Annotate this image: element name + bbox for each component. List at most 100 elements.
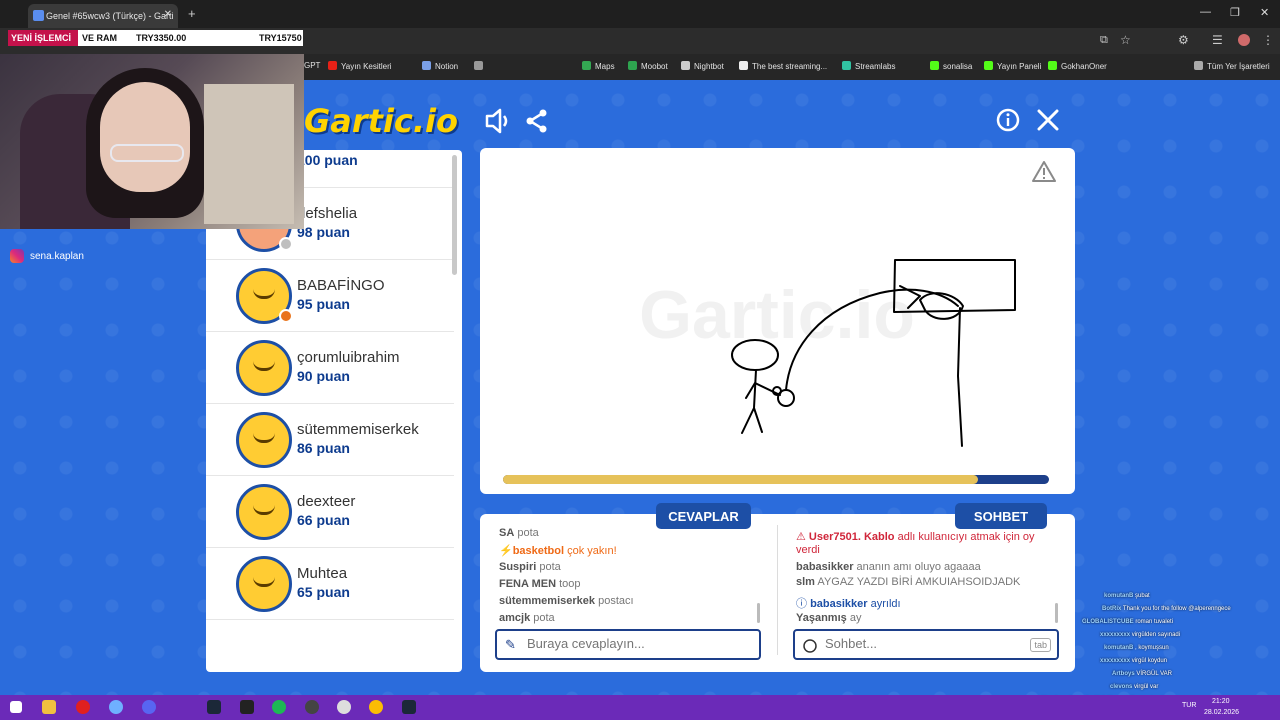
player-name: çorumluibrahim	[297, 349, 400, 366]
drawing-canvas[interactable]: Gartic.io	[480, 148, 1075, 494]
windows-start-icon[interactable]	[10, 701, 22, 713]
star-icon[interactable]: ☆	[1120, 33, 1131, 47]
bookmark-nightbot[interactable]: Nightbot	[681, 61, 724, 71]
more-icon[interactable]: ⋮	[1262, 33, 1274, 47]
bookmark-maps[interactable]: Maps	[582, 61, 615, 71]
bookmark-notion[interactable]: Notion	[422, 61, 458, 71]
avatar-smile-icon	[253, 433, 275, 443]
player-points: 100 puan	[297, 152, 358, 168]
bookmark-streaming[interactable]: The best streaming...	[739, 61, 827, 71]
epic-games-icon[interactable]	[240, 700, 254, 714]
stream-chat-text: Thank you for the follow @alperenngece	[1122, 606, 1231, 612]
bookmark-folder-icon[interactable]	[474, 61, 487, 71]
answer-user: basketbol	[512, 545, 565, 557]
stream-chat-message: Artboys VİRGÜL VAR	[1112, 671, 1172, 677]
bookmark-yayin-paneli[interactable]: Yayın Paneli	[984, 61, 1041, 71]
player-row[interactable]: deexteer 66 puan	[206, 476, 454, 548]
menu-icon[interactable]: ☰	[1212, 33, 1223, 47]
player-row[interactable]: Muhtea 65 puan	[206, 548, 454, 620]
promo-tag: YENİ İŞLEMCİ	[8, 30, 78, 46]
maximize-icon[interactable]: ❐	[1230, 6, 1240, 19]
answer-item: SA pota	[499, 527, 539, 539]
profile-avatar[interactable]	[1238, 34, 1250, 46]
extensions-icon[interactable]: ⚙	[1178, 33, 1189, 47]
bookmark-all[interactable]: Tüm Yer İşaretleri	[1194, 61, 1270, 71]
chrome-icon[interactable]	[369, 700, 383, 714]
player-name: deexteer	[297, 493, 356, 510]
bookmark-moobot[interactable]: Moobot	[628, 61, 668, 71]
avatar-smile-icon	[253, 361, 275, 371]
stream-chat-message: xxxxxxxxx virgülden sayınadi	[1100, 632, 1180, 638]
obs-icon[interactable]	[305, 700, 319, 714]
chat-user: User7501. Kablo	[808, 531, 895, 543]
steam-icon[interactable]	[207, 700, 221, 714]
chat-tab[interactable]: SOHBET	[955, 503, 1047, 529]
new-tab-icon[interactable]: +	[188, 6, 196, 21]
file-explorer-icon[interactable]	[42, 700, 56, 714]
answer-input[interactable]	[527, 636, 747, 651]
player-points: 90 puan	[297, 368, 350, 384]
bookmark-yayin-kesitleri[interactable]: Yayın Kesitleri	[328, 61, 392, 71]
stream-chat-message: komutanB , koymuşsun	[1104, 645, 1169, 651]
close-tab-icon[interactable]: ✕	[164, 9, 172, 20]
answer-item: FENA MEN toop	[499, 578, 581, 590]
browser-tab[interactable]: Genel #65wcw3 (Türkçe) - Garti ✕	[28, 4, 178, 28]
answer-item: sütemmemiserkek postacı	[499, 595, 634, 607]
info-icon[interactable]	[996, 108, 1020, 132]
chat-user: Yaşanmış	[796, 612, 847, 624]
bookmark-streamlabs[interactable]: Streamlabs	[842, 61, 895, 71]
opera-icon[interactable]	[76, 700, 90, 714]
bookmark-gokhanoner[interactable]: GokhanOner	[1048, 61, 1107, 71]
player-avatar	[236, 268, 293, 324]
steam-icon-2[interactable]	[402, 700, 416, 714]
stream-chat-user: xxxxxxxxx	[1100, 658, 1131, 664]
spotify-icon[interactable]	[272, 700, 286, 714]
player-row[interactable]: çorumluibrahim 90 puan	[206, 332, 454, 404]
webcam-face	[100, 82, 190, 192]
app-icon[interactable]	[109, 700, 123, 714]
player-row[interactable]: sütemmemiserkek 86 puan	[206, 404, 454, 476]
answer-text: postacı	[598, 595, 634, 607]
stream-chat-message: xxxxxxxxx virgül koydun	[1100, 658, 1167, 664]
answer-user: sütemmemiserkek	[499, 595, 596, 607]
chat-input[interactable]	[825, 636, 1045, 651]
minimize-icon[interactable]: —	[1200, 6, 1211, 18]
share-icon[interactable]	[525, 109, 549, 133]
player-status-dot	[279, 237, 293, 251]
player-points: 86 puan	[297, 440, 350, 456]
bookmark-gpt[interactable]: GPT	[304, 61, 320, 70]
answers-scrollbar[interactable]	[757, 603, 760, 623]
report-warning-icon[interactable]	[1032, 160, 1056, 182]
clock-date[interactable]: 28.02.2026	[1204, 709, 1239, 716]
install-icon[interactable]: ⧉	[1100, 34, 1108, 47]
chat-user: slm	[796, 576, 815, 588]
chat-field[interactable]: tab	[793, 629, 1059, 660]
app-icon-2[interactable]	[337, 700, 351, 714]
avatar-smile-icon	[253, 505, 275, 515]
round-timer-fill	[503, 475, 979, 484]
chat-text: ananın amı oluyo agaaaa	[856, 561, 981, 573]
gartic-logo: Gartic.io	[304, 102, 458, 140]
stream-chat-text: VİRGÜL VAR	[1136, 671, 1173, 677]
tab-key-hint: tab	[1030, 638, 1051, 652]
player-avatar	[236, 340, 292, 396]
sound-off-icon[interactable]	[484, 108, 512, 134]
chat-scrollbar[interactable]	[1055, 603, 1058, 623]
player-points: 66 puan	[297, 512, 350, 528]
window-close-icon[interactable]: ✕	[1260, 6, 1269, 19]
chat-user: babasikker	[810, 598, 868, 610]
answers-tab[interactable]: CEVAPLAR	[656, 503, 751, 529]
panel-divider	[777, 525, 778, 655]
language-indicator[interactable]: TUR	[1182, 702, 1196, 709]
stream-chat-message: komutanB şubat	[1104, 593, 1150, 599]
player-list-scrollbar[interactable]	[452, 155, 457, 275]
answer-text: pota	[517, 527, 539, 539]
player-avatar	[236, 484, 292, 540]
close-game-icon[interactable]	[1036, 108, 1060, 132]
discord-icon[interactable]	[142, 700, 156, 714]
player-row[interactable]: BABAFİNGO 95 puan	[206, 260, 454, 332]
chat-bubble-icon	[803, 639, 817, 653]
answer-field[interactable]: ✎	[495, 629, 761, 660]
clock-time[interactable]: 21:20	[1212, 698, 1230, 705]
bookmark-sonalisa[interactable]: sonalisa	[930, 61, 972, 71]
